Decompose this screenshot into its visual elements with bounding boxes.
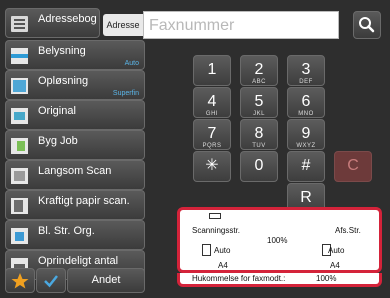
original-label: Original: [38, 105, 76, 117]
key-5[interactable]: 5 JKL: [240, 87, 278, 118]
original-count-label: Oprindeligt antal: [38, 255, 119, 267]
thick-paper-scan-button[interactable]: Kraftigt papir scan.: [5, 190, 145, 220]
brightness-button[interactable]: Belysning Auto: [5, 40, 145, 70]
slow-scan-label: Langsom Scan: [38, 165, 112, 177]
key-2[interactable]: 2 ABC: [240, 55, 278, 86]
address-tab[interactable]: Adresse: [103, 14, 143, 36]
key-hash[interactable]: #: [287, 151, 325, 182]
memory-value: 100%: [316, 274, 337, 283]
address-book-icon: [11, 16, 28, 32]
fax-screen: Adressebog Adresse Belysning Auto Opløsn…: [0, 0, 390, 298]
address-book-label: Adressebog: [38, 13, 97, 25]
slow-scan-icon: [11, 168, 28, 184]
key-star[interactable]: ✳: [193, 151, 231, 182]
brightness-icon: [11, 48, 28, 64]
original-button[interactable]: Original: [5, 100, 145, 130]
resolution-value: Superfin: [112, 90, 139, 97]
resolution-icon: [11, 78, 28, 94]
job-build-label: Byg Job: [38, 135, 78, 147]
job-build-icon: [11, 138, 28, 154]
scan-size-panel[interactable]: Scanningsstr. 100% Afs.Str. Auto A4 Auto…: [177, 207, 382, 273]
favorites-button[interactable]: [5, 268, 35, 293]
scanner-icon: [209, 213, 221, 219]
key-6[interactable]: 6 MNO: [287, 87, 325, 118]
scan-mode-value: Auto: [214, 246, 231, 255]
thick-paper-scan-label: Kraftigt papir scan.: [38, 195, 130, 207]
search-button[interactable]: [353, 11, 381, 39]
key-0[interactable]: 0: [240, 151, 278, 182]
scan-paper-icon: [202, 244, 211, 256]
clear-key[interactable]: C: [334, 151, 372, 182]
mixed-size-original-label: Bl. Str. Org.: [38, 225, 95, 237]
key-8[interactable]: 8 TUV: [240, 119, 278, 150]
scan-size-label: Scanningsstr.: [192, 226, 241, 235]
mixed-size-icon: [11, 228, 28, 244]
fax-number-input[interactable]: [149, 15, 337, 37]
slow-scan-button[interactable]: Langsom Scan: [5, 160, 145, 190]
fax-number-field[interactable]: [143, 11, 339, 39]
scan-paper-size: A4: [218, 261, 228, 270]
resolution-label: Opløsning: [38, 75, 89, 87]
original-icon: [11, 108, 28, 124]
check-button[interactable]: [36, 268, 66, 293]
job-build-button[interactable]: Byg Job: [5, 130, 145, 160]
key-7[interactable]: 7 PQRS: [193, 119, 231, 150]
key-1[interactable]: 1: [193, 55, 231, 86]
send-size-label: Afs.Str.: [335, 226, 361, 235]
star-icon: [11, 273, 29, 289]
search-icon: [359, 17, 375, 33]
key-3[interactable]: 3 DEF: [287, 55, 325, 86]
send-paper-size: A4: [330, 261, 340, 270]
key-4[interactable]: 4 GHI: [193, 87, 231, 118]
brightness-value: Auto: [124, 60, 139, 67]
thick-paper-icon: [11, 198, 28, 214]
memory-label: Hukommelse for faxmodt.:: [192, 274, 286, 283]
other-button[interactable]: Andet: [67, 268, 145, 293]
memory-status-bar: Hukommelse for faxmodt.: 100%: [177, 273, 382, 287]
check-icon: [44, 275, 58, 288]
key-9[interactable]: 9 WXYZ: [287, 119, 325, 150]
mixed-size-original-button[interactable]: Bl. Str. Org.: [5, 220, 145, 250]
ratio-value: 100%: [267, 236, 288, 245]
address-book-button[interactable]: Adressebog: [5, 8, 100, 38]
brightness-label: Belysning: [38, 45, 86, 57]
resolution-button[interactable]: Opløsning Superfin: [5, 70, 145, 100]
send-mode-value: Auto: [328, 246, 345, 255]
